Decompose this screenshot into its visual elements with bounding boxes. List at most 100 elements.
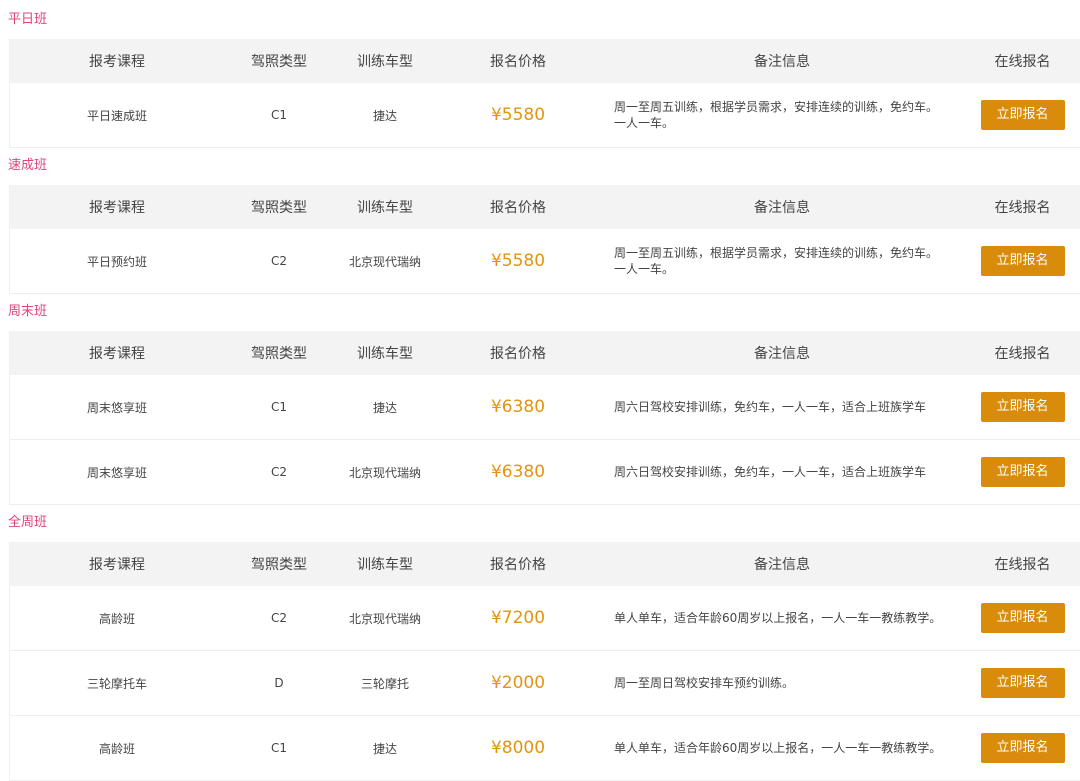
note-text: 单人单车，适合年龄60周岁以上报名，一人一车一教练教学。 <box>614 741 942 755</box>
price-cell: ¥7200 <box>436 608 600 628</box>
header-action: 在线报名 <box>994 346 1051 362</box>
header-note: 备注信息 <box>754 557 810 573</box>
action-cell: 立即报名 <box>964 246 1080 276</box>
car-model: 北京现代瑞纳 <box>348 254 421 269</box>
course-name: 高龄班 <box>98 611 135 626</box>
table-header: 报考课程 驾照类型 训练车型 报名价格 备注信息 在线报名 <box>10 542 1080 586</box>
course-name: 高龄班 <box>98 741 135 756</box>
car-model: 北京现代瑞纳 <box>348 465 421 480</box>
car-model: 捷达 <box>372 741 397 756</box>
action-cell: 立即报名 <box>964 100 1080 130</box>
section-title: 全周班 <box>8 515 48 530</box>
note-text: 周一至周日驾校安排车预约训练。 <box>614 676 795 690</box>
license-type: C1 <box>270 400 287 414</box>
price-cell: ¥5580 <box>436 105 600 125</box>
action-cell: 立即报名 <box>964 668 1080 698</box>
note-cell: 周六日驾校安排训练，免约车，一人一车，适合上班族学车 <box>600 399 964 415</box>
header-car: 训练车型 <box>357 54 413 70</box>
table-row: 平日速成班 C1 捷达 ¥5580 周一至周五训练，根据学员需求，安排连续的训练… <box>10 83 1080 148</box>
note-cell: 单人单车，适合年龄60周岁以上报名，一人一车一教练教学。 <box>600 740 964 756</box>
course-table: 报考课程 驾照类型 训练车型 报名价格 备注信息 在线报名 周末悠享班 C1 捷… <box>9 331 1080 505</box>
header-price: 报名价格 <box>490 54 546 70</box>
note-text: 周一至周五训练，根据学员需求，安排连续的训练，免约车。一人一车。 <box>614 246 939 276</box>
action-cell: 立即报名 <box>964 392 1080 422</box>
enroll-button[interactable]: 立即报名 <box>980 457 1065 487</box>
header-action: 在线报名 <box>994 54 1051 70</box>
enroll-button[interactable]: 立即报名 <box>980 100 1065 130</box>
enroll-button[interactable]: 立即报名 <box>980 668 1065 698</box>
course-table: 报考课程 驾照类型 训练车型 报名价格 备注信息 在线报名 高龄班 C2 北京现… <box>9 542 1080 781</box>
price-cell: ¥6380 <box>436 462 600 482</box>
table-row: 周末悠享班 C2 北京现代瑞纳 ¥6380 周六日驾校安排训练，免约车，一人一车… <box>10 440 1080 505</box>
enroll-button[interactable]: 立即报名 <box>980 603 1065 633</box>
header-action: 在线报名 <box>994 557 1051 573</box>
license-type: C2 <box>270 254 287 268</box>
course-name: 平日速成班 <box>86 108 147 123</box>
table-row: 三轮摩托车 D 三轮摩托 ¥2000 周一至周日驾校安排车预约训练。 立即报名 <box>10 651 1080 716</box>
price-value: ¥7200 <box>490 608 546 628</box>
note-cell: 周一至周日驾校安排车预约训练。 <box>600 675 964 691</box>
action-cell: 立即报名 <box>964 457 1080 487</box>
section-title: 平日班 <box>8 12 48 27</box>
table-row: 高龄班 C2 北京现代瑞纳 ¥7200 单人单车，适合年龄60周岁以上报名，一人… <box>10 586 1080 651</box>
header-car: 训练车型 <box>357 346 413 362</box>
table-row: 平日预约班 C2 北京现代瑞纳 ¥5580 周一至周五训练，根据学员需求，安排连… <box>10 229 1080 294</box>
action-cell: 立即报名 <box>964 733 1080 763</box>
header-action: 在线报名 <box>994 200 1051 216</box>
license-type: C2 <box>270 611 287 625</box>
enroll-button[interactable]: 立即报名 <box>980 246 1065 276</box>
note-cell: 周一至周五训练，根据学员需求，安排连续的训练，免约车。一人一车。 <box>600 99 964 131</box>
header-license: 驾照类型 <box>251 54 307 70</box>
table-header: 报考课程 驾照类型 训练车型 报名价格 备注信息 在线报名 <box>10 185 1080 229</box>
course-name: 周末悠享班 <box>86 465 147 480</box>
header-license: 驾照类型 <box>251 200 307 216</box>
price-cell: ¥2000 <box>436 673 600 693</box>
class-pricing-page: 平日班 报考课程 驾照类型 训练车型 报名价格 备注信息 在线报名 平日速成班 … <box>0 0 1080 781</box>
table-header: 报考课程 驾照类型 训练车型 报名价格 备注信息 在线报名 <box>10 331 1080 375</box>
header-price: 报名价格 <box>490 557 546 573</box>
header-note: 备注信息 <box>754 200 810 216</box>
header-license: 驾照类型 <box>251 346 307 362</box>
price-cell: ¥6380 <box>436 397 600 417</box>
table-row: 周末悠享班 C1 捷达 ¥6380 周六日驾校安排训练，免约车，一人一车，适合上… <box>10 375 1080 440</box>
table-row: 高龄班 C1 捷达 ¥8000 单人单车，适合年龄60周岁以上报名，一人一车一教… <box>10 716 1080 781</box>
header-course: 报考课程 <box>89 54 145 70</box>
note-text: 周六日驾校安排训练，免约车，一人一车，适合上班族学车 <box>614 465 927 479</box>
header-course: 报考课程 <box>89 346 145 362</box>
price-value: ¥8000 <box>490 738 546 758</box>
note-text: 单人单车，适合年龄60周岁以上报名，一人一车一教练教学。 <box>614 611 942 625</box>
note-text: 周一至周五训练，根据学员需求，安排连续的训练，免约车。一人一车。 <box>614 100 939 130</box>
section-title: 周末班 <box>8 304 48 319</box>
table-header: 报考课程 驾照类型 训练车型 报名价格 备注信息 在线报名 <box>10 39 1080 83</box>
header-note: 备注信息 <box>754 346 810 362</box>
header-course: 报考课程 <box>89 200 145 216</box>
price-cell: ¥5580 <box>436 251 600 271</box>
course-name: 周末悠享班 <box>86 400 147 415</box>
course-name: 平日预约班 <box>86 254 147 269</box>
header-note: 备注信息 <box>754 54 810 70</box>
license-type: D <box>274 676 284 690</box>
price-value: ¥5580 <box>490 251 546 271</box>
car-model: 捷达 <box>372 108 397 123</box>
note-cell: 周六日驾校安排训练，免约车，一人一车，适合上班族学车 <box>600 464 964 480</box>
enroll-button[interactable]: 立即报名 <box>980 733 1065 763</box>
car-model: 三轮摩托 <box>360 676 409 691</box>
header-price: 报名价格 <box>490 200 546 216</box>
note-text: 周六日驾校安排训练，免约车，一人一车，适合上班族学车 <box>614 400 927 414</box>
header-course: 报考课程 <box>89 557 145 573</box>
header-price: 报名价格 <box>490 346 546 362</box>
car-model: 捷达 <box>372 400 397 415</box>
header-car: 训练车型 <box>357 200 413 216</box>
course-table: 报考课程 驾照类型 训练车型 报名价格 备注信息 在线报名 平日预约班 C2 北… <box>9 185 1080 294</box>
note-cell: 单人单车，适合年龄60周岁以上报名，一人一车一教练教学。 <box>600 610 964 626</box>
course-table: 报考课程 驾照类型 训练车型 报名价格 备注信息 在线报名 平日速成班 C1 捷… <box>9 39 1080 148</box>
course-name: 三轮摩托车 <box>86 676 147 691</box>
section-title: 速成班 <box>8 158 48 173</box>
note-cell: 周一至周五训练，根据学员需求，安排连续的训练，免约车。一人一车。 <box>600 245 964 277</box>
enroll-button[interactable]: 立即报名 <box>980 392 1065 422</box>
header-car: 训练车型 <box>357 557 413 573</box>
license-type: C1 <box>270 108 287 122</box>
price-value: ¥5580 <box>490 105 546 125</box>
price-cell: ¥8000 <box>436 738 600 758</box>
license-type: C1 <box>270 741 287 755</box>
